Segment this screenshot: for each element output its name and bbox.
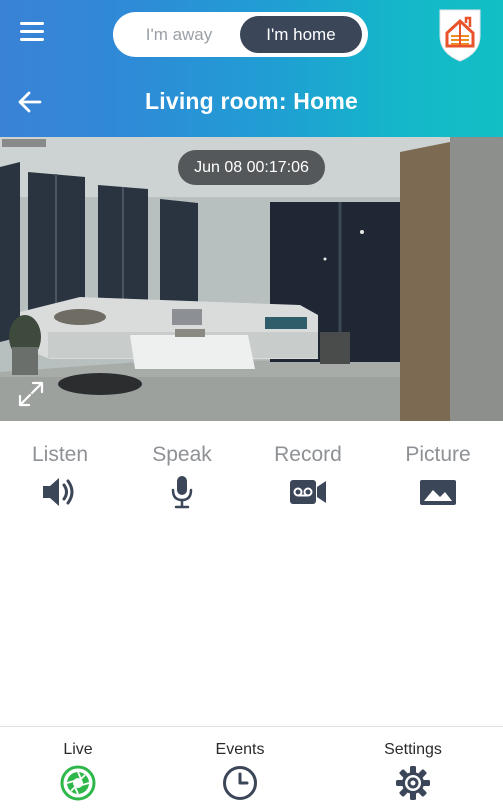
record-button[interactable]: Record [266,440,350,510]
timestamp-badge: Jun 08 00:17:06 [178,150,325,185]
record-label: Record [274,443,342,466]
clock-icon [223,766,257,800]
picture-button[interactable]: Picture [396,440,480,510]
app-logo-icon [439,9,481,62]
picture-icon [420,480,456,505]
home-option[interactable]: I'm home [240,16,362,53]
microphone-icon [171,476,193,509]
header-bar: I'm away I'm home Living room: Home [0,0,503,137]
listen-label: Listen [31,443,89,466]
nav-events-label: Events [215,741,265,758]
nav-live[interactable]: Live [43,739,113,801]
nav-live-label: Live [63,741,93,758]
speak-button[interactable]: Speak [142,440,222,510]
nav-settings[interactable]: Settings [373,739,453,801]
bottom-navigation: Live Events Settings [0,726,503,809]
page-title: Living room: Home [145,88,358,114]
gear-icon [396,766,430,800]
speaker-icon [43,478,74,506]
picture-label: Picture [405,443,471,466]
mode-toggle: I'm away I'm home [113,12,368,57]
camera-feed[interactable]: Jun 08 00:17:06 [0,137,503,421]
menu-icon[interactable] [20,22,50,48]
fullscreen-icon[interactable] [17,380,45,408]
camera-aperture-icon [60,765,96,801]
camera-actions: Listen Speak Record Picture [0,440,503,520]
nav-events[interactable]: Events [204,739,276,801]
nav-settings-label: Settings [384,741,442,758]
listen-button[interactable]: Listen [20,440,100,510]
record-icon [290,480,326,504]
speak-label: Speak [152,443,212,466]
app-root: I'm away I'm home Living room: Home Jun … [0,0,503,809]
away-option[interactable]: I'm away [119,16,239,53]
